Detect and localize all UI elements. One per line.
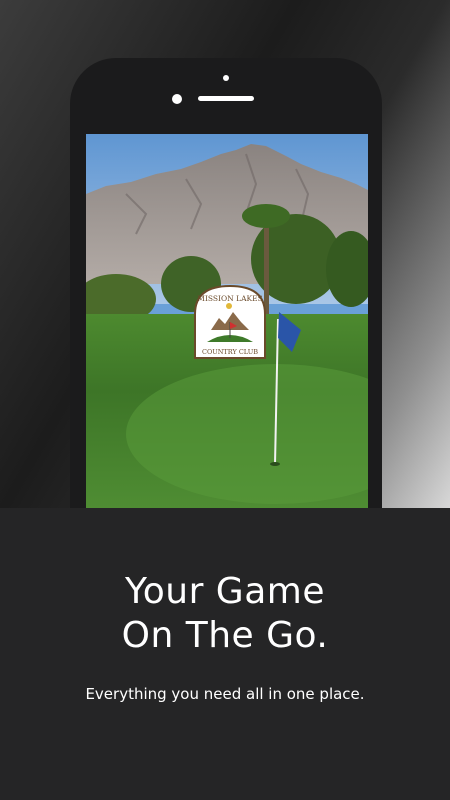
subheadline: Everything you need all in one place. [85,685,365,703]
logo-bottom-text: COUNTRY CLUB [202,348,258,356]
front-sensor-icon [172,94,182,104]
palm-crown [242,204,290,228]
logo-top-text: MISSION LAKES [197,294,262,303]
cup-shadow [270,462,280,466]
mission-lakes-logo: MISSION LAKES COUNTRY CLUB [194,284,266,359]
camera-icon [223,75,229,81]
headline-line-2: On The Go. [121,615,329,656]
speaker-icon [198,96,254,101]
headline: Your Game On The Go. [0,570,450,658]
headline-line-1: Your Game [125,571,325,612]
